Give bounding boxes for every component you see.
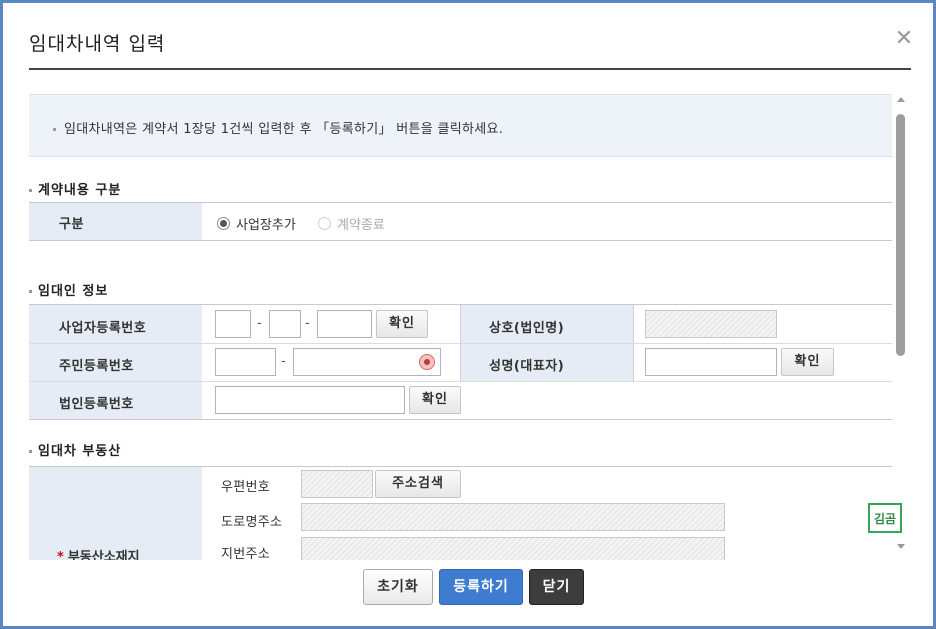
row-divider <box>29 343 892 344</box>
scroll-down-icon[interactable] <box>897 544 905 549</box>
resident-number-label: 주민등록번호 <box>59 359 134 374</box>
biz-reg-part3-input[interactable] <box>317 310 372 338</box>
biz-reg-part1-input[interactable] <box>215 310 251 338</box>
postal-code-input[interactable] <box>301 470 373 498</box>
reset-button[interactable]: 초기화 <box>363 569 433 605</box>
radio-label-contract-end: 계약종료 <box>337 218 385 233</box>
bullet-icon <box>29 189 32 192</box>
corp-reg-confirm-button[interactable]: 확인 <box>409 386 461 414</box>
bullet-icon <box>29 450 32 453</box>
dialog-title: 임대차내역 입력 <box>29 33 166 55</box>
section-title-contract: 계약내용 구분 <box>29 179 121 198</box>
register-button[interactable]: 등록하기 <box>439 569 523 605</box>
radio-label-add-workplace: 사업장추가 <box>236 218 296 233</box>
lot-address-input[interactable] <box>301 537 725 560</box>
dash-separator: - <box>305 316 310 331</box>
corp-reg-input[interactable] <box>215 386 405 414</box>
representative-name-input[interactable] <box>645 348 777 376</box>
postal-code-label: 우편번호 <box>221 480 271 495</box>
title-divider <box>29 68 911 70</box>
close-button[interactable]: 닫기 <box>529 569 584 605</box>
required-star-icon: * <box>57 550 64 560</box>
close-icon[interactable]: ✕ <box>894 28 914 50</box>
dash-separator: - <box>257 316 262 331</box>
dialog-body: 임대차내역은 계약서 1장당 1건씩 입력한 후 「등록하기」 버튼을 클릭하세… <box>29 83 892 560</box>
notice-box: 임대차내역은 계약서 1장당 1건씩 입력한 후 「등록하기」 버튼을 클릭하세… <box>29 94 892 157</box>
table-bottom-line <box>29 419 892 420</box>
bullet-icon <box>29 290 32 293</box>
section-title-lessor: 임대인 정보 <box>29 280 108 299</box>
badge-widget[interactable]: 김곰 <box>864 499 908 537</box>
trade-name-label: 상호(법인명) <box>489 321 565 336</box>
eye-icon[interactable] <box>419 354 435 370</box>
dialog-frame: 임대차내역 입력 ✕ 임대차내역은 계약서 1장당 1건씩 입력한 후 「등록하… <box>0 0 936 629</box>
trade-name-input[interactable] <box>645 310 777 338</box>
notice-text: 임대차내역은 계약서 1장당 1건씩 입력한 후 「등록하기」 버튼을 클릭하세… <box>64 122 504 137</box>
biz-reg-number-label: 사업자등록번호 <box>59 321 147 336</box>
biz-reg-confirm-button[interactable]: 확인 <box>376 310 428 338</box>
biz-reg-part2-input[interactable] <box>269 310 301 338</box>
scroll-up-icon[interactable] <box>897 97 905 102</box>
lot-address-label: 지번주소 <box>221 547 271 560</box>
vertical-scrollbar[interactable] <box>894 94 908 554</box>
road-address-input[interactable] <box>301 503 725 531</box>
radio-contract-end[interactable] <box>318 217 331 230</box>
property-location-label: * 부동산소재지 <box>57 546 140 560</box>
contract-type-label: 구분 <box>59 217 84 232</box>
bullet-icon <box>53 128 56 131</box>
section-title-property: 임대차 부동산 <box>29 440 121 459</box>
address-search-button[interactable]: 주소검색 <box>375 470 461 498</box>
representative-confirm-button[interactable]: 확인 <box>781 348 834 376</box>
dash-separator: - <box>281 354 286 369</box>
row-divider <box>29 381 892 382</box>
radio-add-workplace[interactable] <box>217 217 230 230</box>
corp-reg-number-label: 법인등록번호 <box>59 397 134 412</box>
representative-name-label: 성명(대표자) <box>489 359 565 374</box>
resident-front-input[interactable] <box>215 348 276 376</box>
badge-text: 김곰 <box>868 503 902 533</box>
label-cell <box>29 203 202 240</box>
scroll-thumb[interactable] <box>896 114 905 356</box>
table-bottom-line <box>29 240 892 241</box>
road-address-label: 도로명주소 <box>221 515 283 530</box>
